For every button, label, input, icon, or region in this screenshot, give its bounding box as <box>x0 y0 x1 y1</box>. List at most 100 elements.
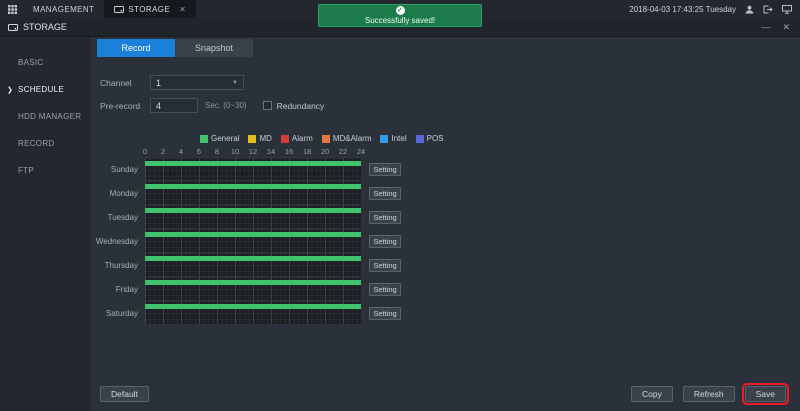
content-panel: RecordSnapshot Channel 1 ▼ Pre-record 4 … <box>90 37 800 411</box>
sidebar-item-hdd-manager[interactable]: HDD MANAGER <box>0 103 90 130</box>
setting-button-wednesday[interactable]: Setting <box>369 235 401 248</box>
page-title: STORAGE <box>23 22 67 32</box>
record-segment-general <box>145 161 361 166</box>
legend-swatch <box>322 135 330 143</box>
record-type-tabs: RecordSnapshot <box>97 39 800 57</box>
sidebar-item-ftp[interactable]: FTP <box>0 157 90 184</box>
hour-label: 12 <box>249 147 257 156</box>
day-row-friday: Friday Setting <box>90 277 800 301</box>
logout-icon[interactable] <box>763 5 773 14</box>
channel-row: Channel 1 ▼ <box>100 75 800 90</box>
hour-label: 10 <box>231 147 239 156</box>
legend-swatch <box>200 135 208 143</box>
footer-bar: Default Copy Refresh Save <box>90 386 800 411</box>
legend-item-md-alarm: MD&Alarm <box>322 134 372 143</box>
sidebar-item-basic[interactable]: BASIC <box>0 49 90 76</box>
hour-label: 2 <box>161 147 165 156</box>
legend-label: Intel <box>391 134 406 143</box>
sidebar-item-label: SCHEDULE <box>18 85 64 94</box>
day-row-sunday: Sunday Setting <box>90 157 800 181</box>
record-segment-general <box>145 184 361 189</box>
main: BASIC❯SCHEDULE HDD MANAGER RECORD FTP Recor… <box>0 37 800 411</box>
prerecord-label: Pre-record <box>100 101 150 111</box>
legend-swatch <box>281 135 289 143</box>
legend-swatch <box>380 135 388 143</box>
day-label: Wednesday <box>90 229 145 253</box>
day-label: Monday <box>90 181 145 205</box>
day-label: Sunday <box>90 157 145 181</box>
refresh-button[interactable]: Refresh <box>683 386 735 402</box>
legend: GeneralMDAlarmMD&AlarmIntelPOS <box>200 134 800 143</box>
hour-label: 16 <box>285 147 293 156</box>
legend-item-md: MD <box>248 134 271 143</box>
prerecord-row: Pre-record 4 Sec. (0~30) Redundancy <box>100 98 800 113</box>
setting-button-thursday[interactable]: Setting <box>369 259 401 272</box>
tab-snapshot[interactable]: Snapshot <box>175 39 253 57</box>
hour-label: 0 <box>143 147 147 156</box>
copy-button[interactable]: Copy <box>631 386 673 402</box>
user-icon[interactable] <box>745 5 754 14</box>
tab-record[interactable]: Record <box>97 39 175 57</box>
apps-grid-icon <box>8 5 17 14</box>
setting-button-saturday[interactable]: Setting <box>369 307 401 320</box>
default-button[interactable]: Default <box>100 386 149 402</box>
record-segment-general <box>145 256 361 261</box>
setting-button-tuesday[interactable]: Setting <box>369 211 401 224</box>
legend-swatch <box>248 135 256 143</box>
storage-disk-icon <box>114 5 124 14</box>
record-segment-general <box>145 232 361 237</box>
sidebar-item-record[interactable]: RECORD <box>0 130 90 157</box>
hour-scale: 024681012141618202224 <box>145 147 361 157</box>
apps-grid-button[interactable] <box>0 0 23 18</box>
top-bar-right: 2018-04-03 17:43:25 Tuesday <box>629 0 800 18</box>
hour-label: 24 <box>357 147 365 156</box>
day-label: Thursday <box>90 253 145 277</box>
storage-tab-close-icon[interactable]: ✕ <box>179 5 186 14</box>
storage-top-tab-label: STORAGE <box>128 5 170 14</box>
record-segment-general <box>145 208 361 213</box>
record-segment-general <box>145 280 361 285</box>
hour-label: 20 <box>321 147 329 156</box>
sidebar-item-label: FTP <box>18 166 34 175</box>
hour-label: 8 <box>215 147 219 156</box>
setting-button-friday[interactable]: Setting <box>369 283 401 296</box>
day-row-monday: Monday Setting <box>90 181 800 205</box>
setting-button-sunday[interactable]: Setting <box>369 163 401 176</box>
toast-message: Successfully saved! <box>365 16 435 25</box>
timeline-sunday[interactable] <box>145 157 361 181</box>
form-area: Channel 1 ▼ Pre-record 4 Sec. (0~30) Red… <box>100 75 800 121</box>
timeline-thursday[interactable] <box>145 253 361 277</box>
timeline-wednesday[interactable] <box>145 229 361 253</box>
hour-label: 18 <box>303 147 311 156</box>
save-button[interactable]: Save <box>745 386 786 402</box>
channel-select-value: 1 <box>156 78 161 88</box>
channel-label: Channel <box>100 78 150 88</box>
hour-scale-row: 024681012141618202224 <box>90 147 800 157</box>
footer-right: Copy Refresh Save <box>631 386 786 402</box>
management-tab[interactable]: MANAGEMENT <box>23 0 104 18</box>
legend-label: General <box>211 134 239 143</box>
minimize-icon[interactable]: — <box>761 22 770 33</box>
legend-label: Alarm <box>292 134 313 143</box>
storage-top-tab[interactable]: STORAGE ✕ <box>104 0 196 18</box>
prerecord-unit: Sec. (0~30) <box>205 101 247 110</box>
monitor-icon[interactable] <box>782 5 792 14</box>
close-icon[interactable]: ✕ <box>782 22 790 33</box>
day-label: Friday <box>90 277 145 301</box>
timeline-saturday[interactable] <box>145 301 361 325</box>
redundancy-checkbox[interactable] <box>263 101 272 110</box>
timeline-monday[interactable] <box>145 181 361 205</box>
day-label: Tuesday <box>90 205 145 229</box>
timeline-friday[interactable] <box>145 277 361 301</box>
storage-disk-icon <box>8 23 18 32</box>
channel-select[interactable]: 1 ▼ <box>150 75 244 90</box>
legend-label: MD&Alarm <box>333 134 372 143</box>
day-row-wednesday: Wednesday Setting <box>90 229 800 253</box>
setting-button-monday[interactable]: Setting <box>369 187 401 200</box>
prerecord-input[interactable]: 4 <box>150 98 198 113</box>
sidebar-item-label: HDD MANAGER <box>18 112 81 121</box>
sidebar-item-schedule[interactable]: ❯SCHEDULE <box>0 76 90 103</box>
success-toast: ✓ Successfully saved! <box>318 4 482 27</box>
timeline-tuesday[interactable] <box>145 205 361 229</box>
legend-item-alarm: Alarm <box>281 134 313 143</box>
